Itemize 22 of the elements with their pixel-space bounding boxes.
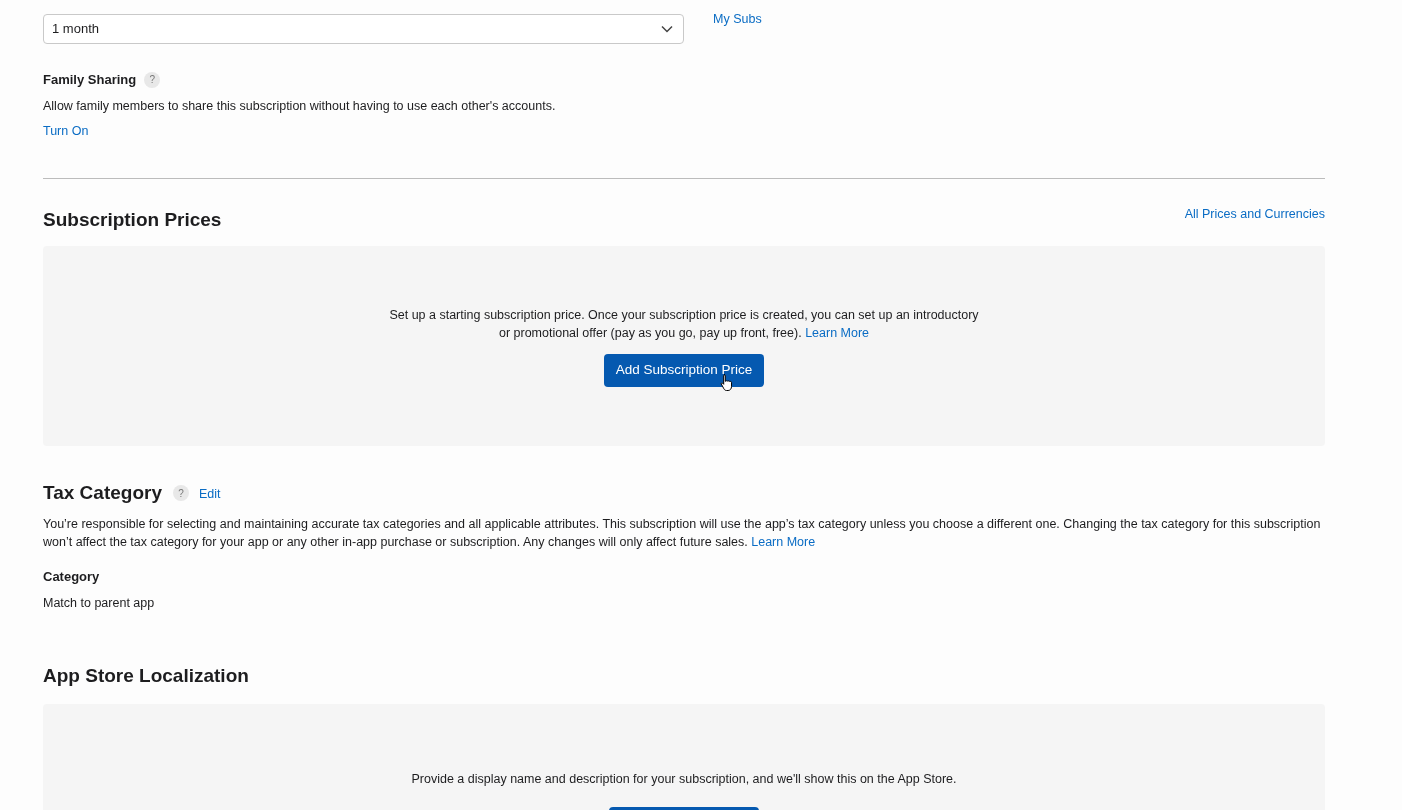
localization-description: Provide a display name and description for your subscription, and we'll show this on the App Store. bbox=[411, 770, 957, 788]
hand-cursor-icon bbox=[719, 372, 734, 391]
family-sharing-description: Allow family members to share this subscription without having to use each other's accounts. bbox=[43, 97, 557, 115]
price-description: Set up a starting subscription price. Once your subscription price is created, you can set up an introductory or promotional offer (pay as you go, pay up front, free). Learn More bbox=[389, 306, 979, 342]
chevron-down-icon bbox=[661, 25, 673, 33]
section-title: Tax Category bbox=[43, 481, 162, 505]
tax-description: You’re responsible for selecting and maintaining accurate tax categories and all applicable attributes. This subscription will use the app’s tax category unless you choose a different one. Changing the tax category for this subscription won’t affect the tax category for your app or any other in-app purchase or subscription. Any changes will only affect future sales. Learn More bbox=[43, 515, 1322, 551]
edit-link[interactable]: Edit bbox=[198, 485, 221, 504]
learn-more-link[interactable]: Learn More bbox=[751, 534, 816, 549]
learn-more-link[interactable]: Learn More bbox=[805, 325, 870, 340]
help-icon[interactable]: ? bbox=[144, 71, 161, 88]
all-prices-link[interactable]: All Prices and Currencies bbox=[1184, 205, 1325, 224]
help-icon[interactable]: ? bbox=[172, 485, 189, 502]
section-title: App Store Localization bbox=[43, 664, 250, 688]
category-label: Category bbox=[43, 567, 101, 586]
add-subscription-price-button[interactable]: Add Subscription Price bbox=[603, 353, 765, 387]
my-subs-link[interactable]: My Subs bbox=[713, 10, 762, 29]
turn-on-link[interactable]: Turn On bbox=[43, 122, 89, 141]
category-value: Match to parent app bbox=[43, 595, 156, 613]
duration-dropdown[interactable]: 1 month bbox=[43, 14, 684, 44]
family-sharing-label: Family Sharing bbox=[43, 71, 137, 89]
section-title: Subscription Prices bbox=[43, 208, 222, 232]
